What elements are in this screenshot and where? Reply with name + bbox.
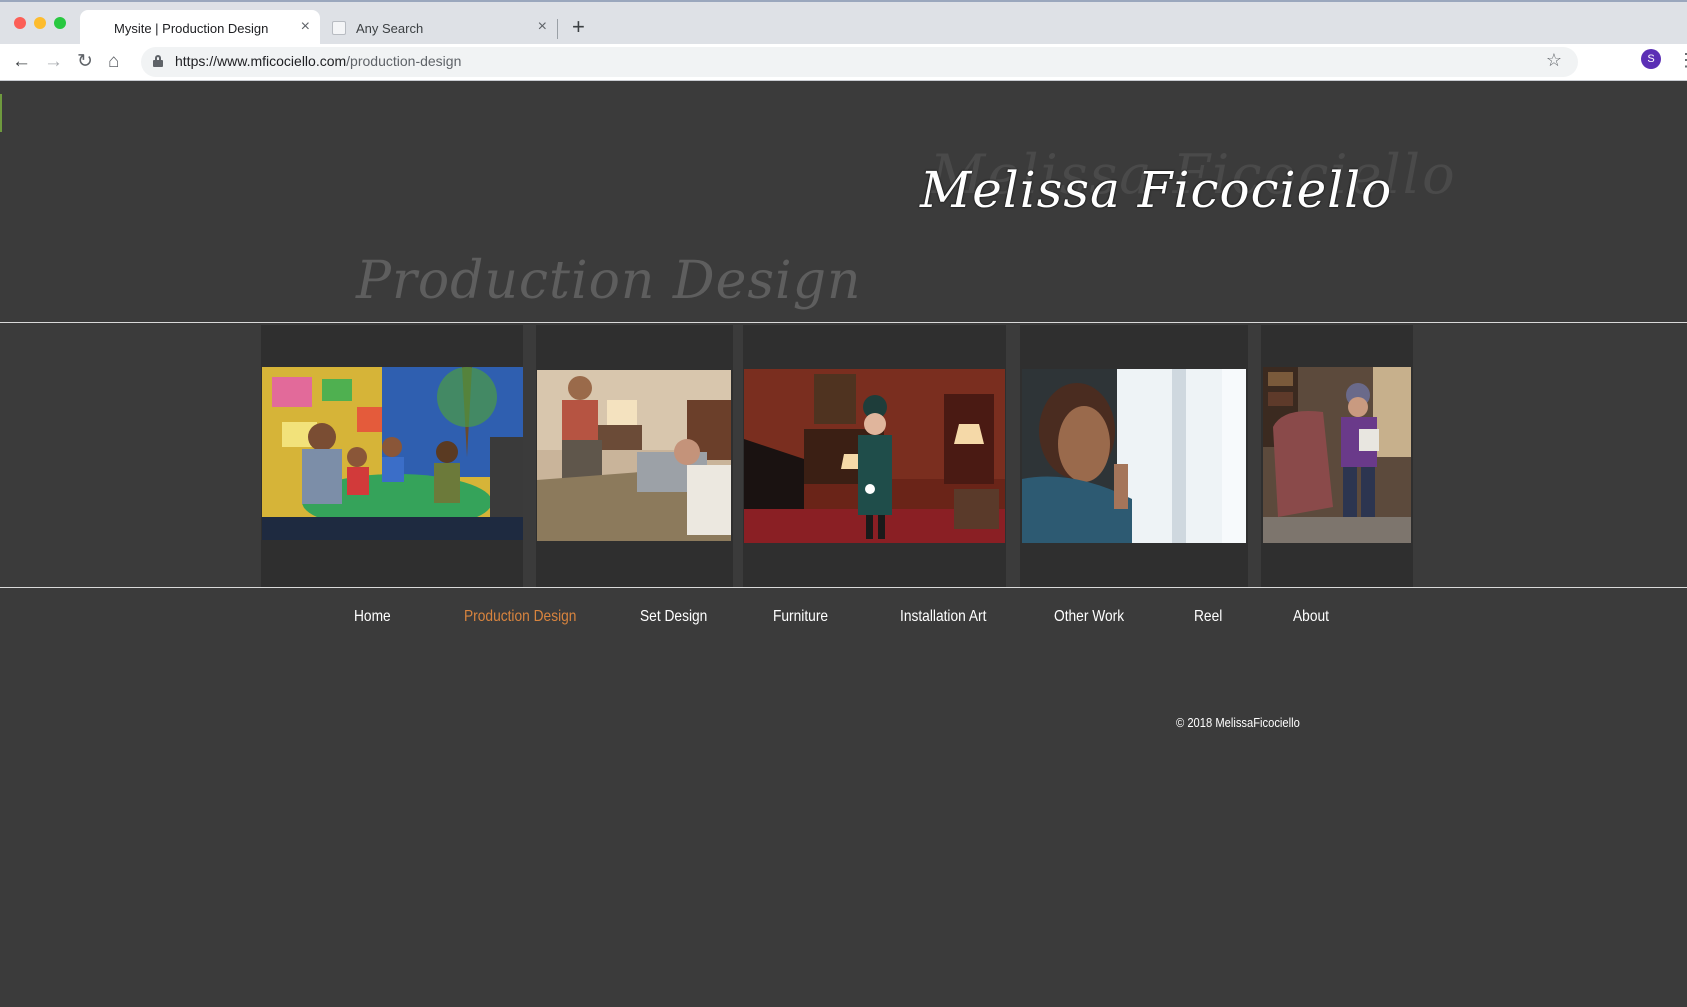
url-host: https://www.mficociello.com <box>175 53 347 69</box>
window-minimize-icon[interactable] <box>34 17 46 29</box>
nav-item-production-design[interactable]: Production Design <box>464 608 576 626</box>
reload-icon[interactable]: ↻ <box>77 50 93 74</box>
lock-icon[interactable] <box>153 55 163 67</box>
gallery-image-window[interactable] <box>1022 369 1246 543</box>
browser-tab-strip: Mysite | Production Design × Any Search … <box>0 0 1687 46</box>
gallery-image-hotel-room[interactable] <box>744 369 1005 543</box>
browser-menu-icon[interactable]: ⋮ <box>1677 48 1687 72</box>
nav-item-set-design[interactable]: Set Design <box>640 608 707 626</box>
page-title: Production Design <box>356 251 862 311</box>
nav-item-reel[interactable]: Reel <box>1194 608 1222 626</box>
profile-avatar[interactable]: S <box>1641 49 1661 69</box>
bookmark-star-icon[interactable]: ☆ <box>1546 50 1562 71</box>
divider-bottom <box>0 587 1687 588</box>
site-name-logo[interactable]: Melissa Ficociello <box>920 161 1392 219</box>
tab-close-icon[interactable]: × <box>538 18 547 36</box>
home-icon[interactable]: ⌂ <box>108 50 119 74</box>
tab-separator <box>557 19 558 39</box>
web-page: Melissa Ficociello Melissa Ficociello Pr… <box>0 81 1687 1007</box>
tab-title: Mysite | Production Design <box>114 20 269 36</box>
window-close-icon[interactable] <box>14 17 26 29</box>
nav-item-installation-art[interactable]: Installation Art <box>900 608 986 626</box>
gallery-image-bedroom[interactable] <box>537 370 731 541</box>
gallery-image-reading-chair[interactable] <box>1263 367 1411 543</box>
forward-arrow-icon[interactable]: → <box>44 50 63 74</box>
url-path: /production-design <box>346 53 462 69</box>
footer-copyright: © 2018 MelissaFicociello <box>1176 715 1300 730</box>
nav-item-about[interactable]: About <box>1293 608 1329 626</box>
tab-mysite-production-design[interactable]: Mysite | Production Design × <box>80 10 320 46</box>
new-tab-button[interactable]: + <box>572 14 585 40</box>
browser-toolbar: ← → ↻ ⌂ https://www.mficociello.com/prod… <box>0 44 1687 81</box>
nav-item-other-work[interactable]: Other Work <box>1054 608 1124 626</box>
gallery-image-classroom[interactable] <box>262 367 523 540</box>
url-text[interactable]: https://www.mficociello.com/production-d… <box>175 53 461 69</box>
address-bar[interactable]: https://www.mficociello.com/production-d… <box>141 47 1578 77</box>
divider-top <box>0 322 1687 323</box>
page-favicon-icon <box>332 21 346 35</box>
main-navigation: Home Production Design Set Design Furnit… <box>0 608 1687 638</box>
nav-item-furniture[interactable]: Furniture <box>773 608 828 626</box>
tab-title: Any Search <box>356 20 424 36</box>
window-zoom-icon[interactable] <box>54 17 66 29</box>
nav-item-home[interactable]: Home <box>354 608 391 626</box>
tab-any-search[interactable]: Any Search × <box>322 10 557 46</box>
back-arrow-icon[interactable]: ← <box>12 50 31 74</box>
edge-marker <box>0 94 2 132</box>
tab-close-icon[interactable]: × <box>301 18 310 36</box>
